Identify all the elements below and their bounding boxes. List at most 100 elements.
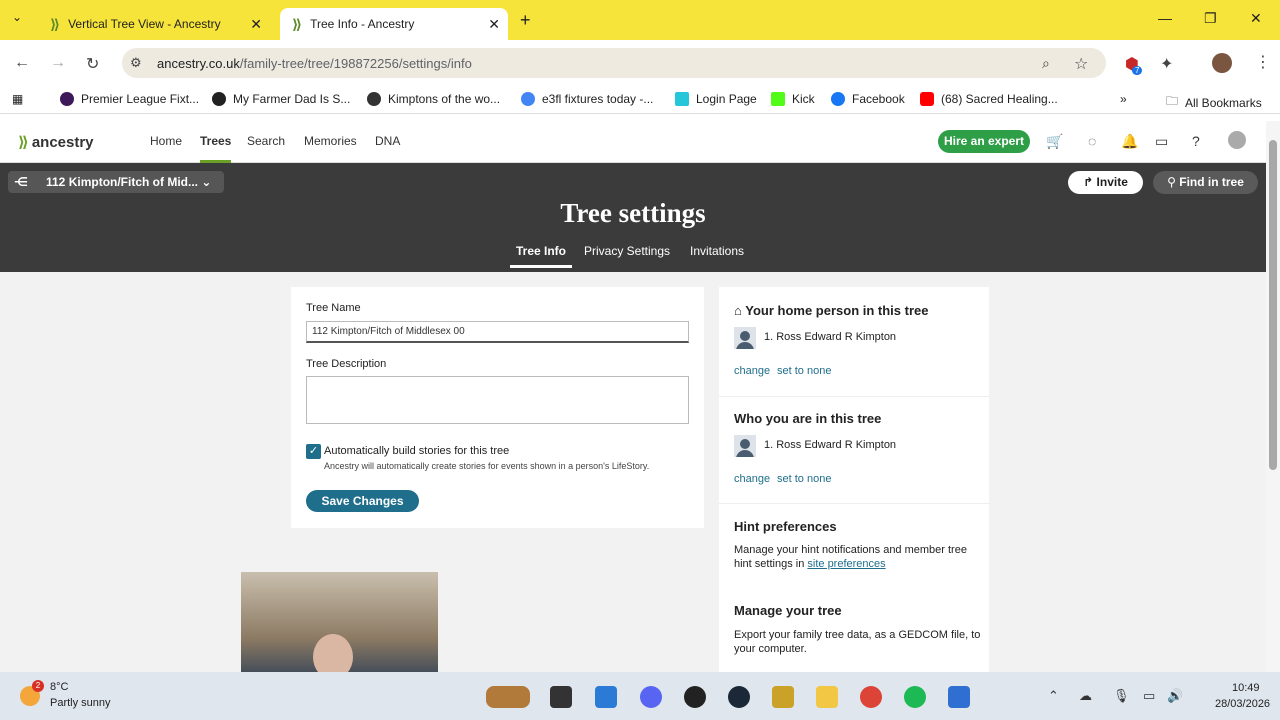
network-icon[interactable]: ▭ [1143, 688, 1155, 704]
cart-icon[interactable]: 🛒 [1046, 133, 1063, 150]
bookmark-label: Login Page [696, 92, 757, 106]
url-text[interactable]: ancestry.co.uk/family-tree/tree/19887225… [157, 56, 472, 71]
nav-dna[interactable]: DNA [375, 134, 400, 148]
hints-icon[interactable]: ◌ [1088, 133, 1096, 149]
close-window-icon[interactable]: ✕ [1250, 10, 1262, 27]
search-highlight-icon[interactable] [486, 686, 530, 708]
close-tab-icon[interactable]: ✕ [250, 16, 262, 33]
site-preferences-link[interactable]: site preferences [807, 558, 885, 570]
scrollbar-thumb[interactable] [1269, 140, 1277, 470]
home-person-heading: ⌂ Your home person in this tree [734, 303, 928, 318]
tab-title: Vertical Tree View - Ancestry [68, 17, 221, 31]
chrome-icon[interactable] [860, 686, 882, 708]
site-info-icon[interactable]: ⚙ [130, 55, 142, 71]
all-bookmarks[interactable]: 🗀 All Bookmarks [1166, 92, 1262, 113]
spotify-icon[interactable] [904, 686, 926, 708]
app-icon[interactable] [684, 686, 706, 708]
find-in-tree-button[interactable]: ⚲ Find in tree [1153, 171, 1258, 194]
minimize-icon[interactable]: — [1158, 10, 1172, 26]
forward-icon[interactable]: → [50, 54, 66, 72]
ancestry-leaf-icon: ⟫ [50, 15, 61, 32]
messages-icon[interactable]: ▭ [1155, 133, 1168, 150]
app-window-icon[interactable] [948, 686, 970, 708]
steam-icon[interactable] [728, 686, 750, 708]
more-bookmarks-icon[interactable]: » [1120, 92, 1127, 106]
bookmark-item[interactable]: Facebook [831, 92, 905, 106]
logo-text: ancestry [31, 134, 94, 151]
who-person-name[interactable]: 1. Ross Edward R Kimpton [764, 439, 896, 451]
tree-name-input[interactable]: 112 Kimpton/Fitch of Middlesex 00 [306, 321, 689, 343]
microphone-icon[interactable]: 🎙 [1113, 688, 1130, 704]
tab-title: Tree Info - Ancestry [310, 17, 415, 31]
who-set-none-link[interactable]: set to none [777, 473, 831, 485]
tab-invitations[interactable]: Invitations [690, 244, 744, 258]
manage-tree-heading: Manage your tree [734, 603, 842, 618]
clock-date[interactable]: 28/03/2026 [1215, 698, 1270, 710]
google-icon [521, 92, 535, 106]
nav-trees[interactable]: Trees [200, 134, 232, 163]
restore-icon[interactable]: ❐ [1204, 10, 1217, 27]
bookmark-item[interactable]: My Farmer Dad Is S... [212, 92, 350, 106]
home-set-none-link[interactable]: set to none [777, 365, 831, 377]
who-change-link[interactable]: change [734, 473, 770, 485]
browser-titlebar: ⌄ ⟫ Vertical Tree View - Ancestry ✕ ⟫ Tr… [0, 0, 1280, 40]
ancestry-logo[interactable]: ⟫ ancestry [18, 133, 94, 151]
browser-tab-tree-info[interactable]: ⟫ Tree Info - Ancestry ✕ [280, 8, 508, 40]
tab-tree-info[interactable]: Tree Info [510, 244, 573, 268]
tree-description-textarea[interactable] [306, 376, 689, 424]
bookmark-star-icon[interactable]: ☆ [1074, 54, 1088, 74]
hire-expert-button[interactable]: Hire an expert [938, 130, 1030, 153]
globe-icon [367, 92, 381, 106]
person-search-icon: ⚲ [1167, 175, 1176, 189]
close-tab-icon[interactable]: ✕ [488, 16, 500, 33]
bookmark-item[interactable]: Premier League Fixt... [60, 92, 199, 106]
bookmark-item[interactable]: Kick [771, 92, 815, 106]
hint-preferences-heading: Hint preferences [734, 519, 837, 534]
bell-icon[interactable]: 🔔 [1121, 133, 1138, 150]
bookmark-label: Kimptons of the wo... [388, 92, 501, 106]
auto-stories-checkbox[interactable]: ✓ [306, 444, 321, 459]
tab-search-icon[interactable]: ⌄ [12, 10, 22, 24]
invite-button[interactable]: ↱ Invite [1068, 171, 1143, 194]
puzzle-icon[interactable]: ✦ [1160, 54, 1173, 74]
home-change-link[interactable]: change [734, 365, 770, 377]
home-person-name[interactable]: 1. Ross Edward R Kimpton [764, 331, 896, 343]
discord-icon[interactable] [640, 686, 662, 708]
back-icon[interactable]: ← [14, 54, 30, 72]
nav-memories[interactable]: Memories [304, 134, 357, 148]
weather-desc: Partly sunny [50, 697, 111, 709]
save-changes-button[interactable]: Save Changes [306, 490, 419, 512]
game-icon[interactable] [772, 686, 794, 708]
menu-dots-icon[interactable]: ⋮ [1255, 52, 1271, 72]
nav-home[interactable]: Home [150, 134, 182, 148]
tab-privacy-settings[interactable]: Privacy Settings [584, 244, 670, 258]
apps-grid-icon[interactable]: ▦ [12, 92, 23, 106]
browser-tab-vertical-tree[interactable]: ⟫ Vertical Tree View - Ancestry ✕ [38, 8, 270, 40]
task-view-icon[interactable] [550, 686, 572, 708]
leaf-icon: ⟫ [18, 134, 29, 151]
bookmark-label: My Farmer Dad Is S... [233, 92, 351, 106]
tree-selector[interactable]: ⋲ 112 Kimpton/Fitch of Mid... ⌄ [8, 171, 224, 193]
bookmark-item[interactable]: e3fl fixtures today -... [521, 92, 653, 106]
tray-chevron-icon[interactable]: ⌃ [1048, 688, 1059, 704]
reload-icon[interactable]: ↻ [86, 54, 99, 74]
bookmark-item[interactable]: Kimptons of the wo... [367, 92, 500, 106]
profile-avatar[interactable] [1212, 53, 1232, 73]
page-title: Tree settings [560, 198, 706, 228]
nav-search[interactable]: Search [247, 134, 285, 148]
account-avatar[interactable] [1228, 131, 1246, 149]
url-domain: ancestry.co.uk [157, 56, 240, 71]
file-explorer-icon[interactable] [816, 686, 838, 708]
volume-icon[interactable]: 🔊 [1167, 688, 1183, 704]
onedrive-icon[interactable]: ☁ [1079, 688, 1092, 704]
zoom-icon[interactable]: ⌕ [1042, 55, 1050, 72]
new-tab-icon[interactable]: + [520, 10, 531, 31]
site-header [0, 121, 1266, 163]
outlook-icon[interactable] [595, 686, 617, 708]
clock-time[interactable]: 10:49 [1232, 682, 1260, 694]
bookmark-item[interactable]: Login Page [675, 92, 757, 106]
bookmark-item[interactable]: (68) Sacred Healing... [920, 92, 1058, 106]
help-icon[interactable]: ? [1192, 133, 1200, 149]
manage-tree-text: Export your family tree data, as a GEDCO… [734, 629, 981, 655]
bookmark-label: (68) Sacred Healing... [941, 92, 1058, 106]
